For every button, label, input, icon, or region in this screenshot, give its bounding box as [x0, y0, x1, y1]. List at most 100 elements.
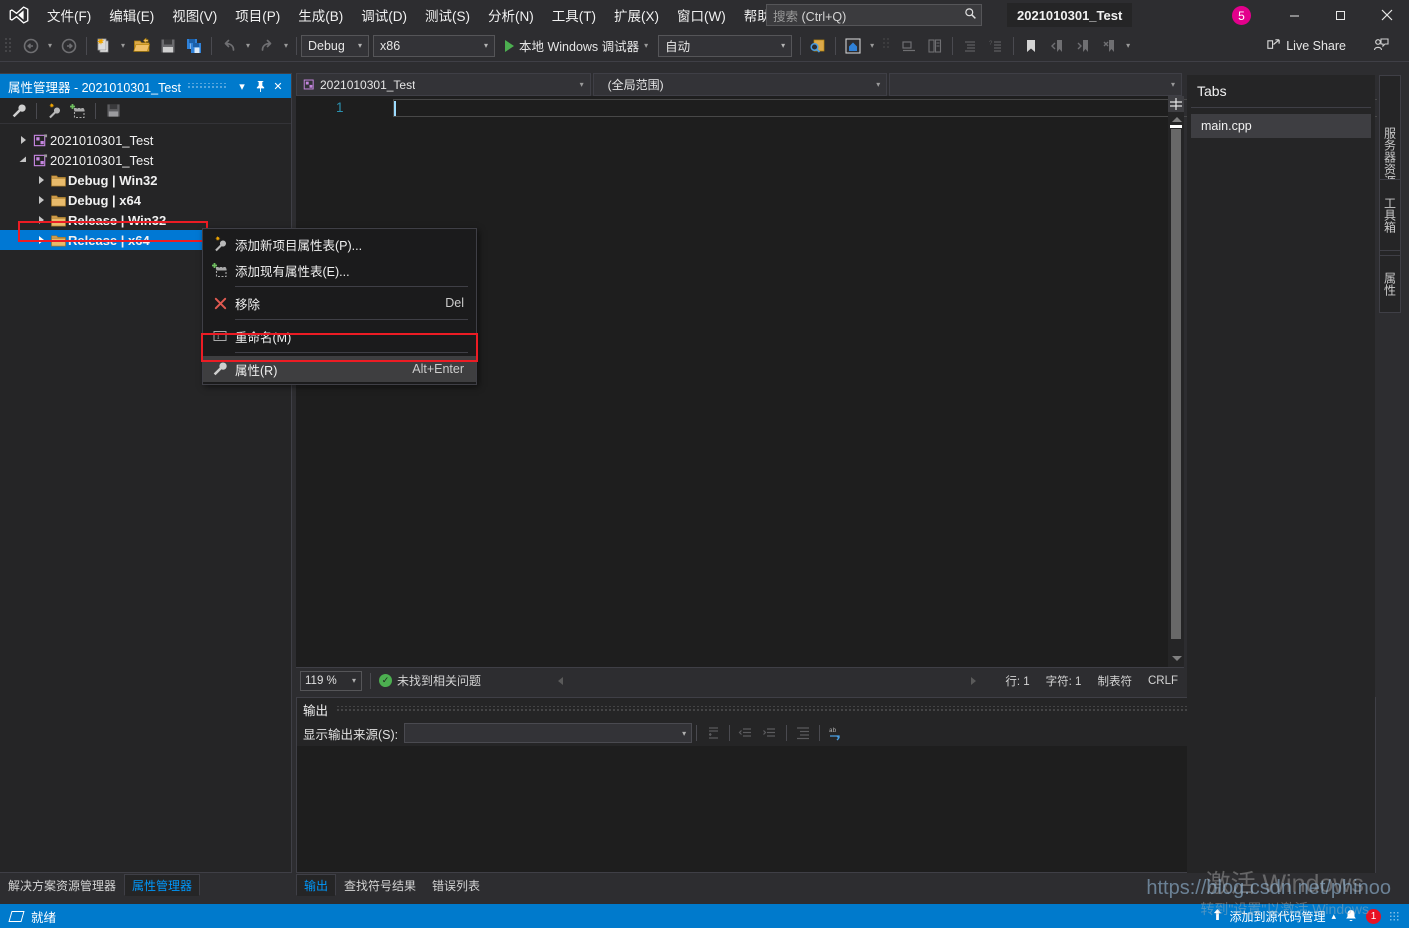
resize-grip-icon[interactable]: [1389, 911, 1399, 921]
expander-collapsed-icon[interactable]: [34, 236, 48, 244]
expander-collapsed-icon[interactable]: [34, 196, 48, 204]
tree-node-release-win32[interactable]: Release | Win32: [0, 210, 291, 230]
go-to-next-icon[interactable]: [758, 722, 782, 744]
toggle-autoscroll-icon[interactable]: ab: [824, 722, 848, 744]
avatar[interactable]: 5: [1232, 6, 1251, 25]
close-button[interactable]: [1364, 0, 1409, 30]
redo-dropdown-icon[interactable]: ▾: [280, 34, 292, 58]
search-input[interactable]: 搜索 (Ctrl+Q): [766, 4, 982, 26]
notifications-bell-icon[interactable]: [1344, 909, 1358, 924]
live-share-button[interactable]: Live Share: [1261, 34, 1351, 58]
zoom-level-combo[interactable]: 119 % ▾: [300, 670, 362, 691]
menu-debug[interactable]: 调试(D): [352, 0, 416, 30]
send-feedback-icon[interactable]: [1373, 37, 1389, 58]
properties-wrench-icon[interactable]: [8, 100, 30, 122]
ctx-add-new-property-sheet[interactable]: 添加新项目属性表(P)...: [203, 231, 476, 257]
menu-build[interactable]: 生成(B): [289, 0, 352, 30]
tab-property-manager[interactable]: 属性管理器: [124, 874, 201, 896]
comment-lines-icon[interactable]: [958, 34, 982, 58]
toolbar-grip[interactable]: [4, 36, 18, 56]
menu-window[interactable]: 窗口(W): [668, 0, 735, 30]
scroll-down-arrow-icon[interactable]: [1172, 656, 1182, 661]
find-message-icon[interactable]: [701, 722, 725, 744]
compare-files-icon[interactable]: [923, 34, 947, 58]
start-debugging-button[interactable]: 本地 Windows 调试器 ▾: [501, 34, 652, 58]
expander-collapsed-icon[interactable]: [16, 136, 30, 144]
tab-error-list[interactable]: 错误列表: [424, 874, 488, 896]
editor-member-dropdown[interactable]: ▾: [889, 73, 1182, 96]
menu-extensions[interactable]: 扩展(X): [605, 0, 668, 30]
menu-tools[interactable]: 工具(T): [543, 0, 605, 30]
panel-dropdown-button[interactable]: ▾: [233, 75, 251, 97]
add-new-property-sheet-icon[interactable]: [43, 100, 65, 122]
undo-icon[interactable]: [217, 34, 241, 58]
clear-bookmarks-icon[interactable]: [1097, 34, 1121, 58]
navigate-backward-dropdown-icon[interactable]: ▾: [44, 34, 56, 58]
navigate-forward-button[interactable]: [57, 34, 81, 58]
open-file-icon[interactable]: [130, 34, 154, 58]
editor-split-view-button[interactable]: [1168, 96, 1184, 112]
ctx-properties[interactable]: 属性(R) Alt+Enter: [203, 356, 476, 382]
eol-status-label[interactable]: CRLF: [1148, 675, 1178, 687]
redo-icon[interactable]: [255, 34, 279, 58]
scroll-up-arrow-icon[interactable]: [1172, 117, 1182, 122]
new-project-icon[interactable]: [92, 34, 116, 58]
pin-icon[interactable]: [251, 75, 269, 97]
toolbar-overflow-icon[interactable]: ▾: [1122, 34, 1134, 58]
scrollbar-thumb[interactable]: [1171, 129, 1181, 639]
tabs-status-label[interactable]: 制表符: [1097, 673, 1132, 689]
menu-view[interactable]: 视图(V): [163, 0, 226, 30]
panel-drag-dots[interactable]: [187, 83, 227, 89]
expander-collapsed-icon[interactable]: [34, 216, 48, 224]
expander-collapsed-icon[interactable]: [34, 176, 48, 184]
notification-count-badge[interactable]: 1: [1366, 908, 1381, 924]
solution-configuration-combo[interactable]: Debug ▾: [301, 34, 369, 57]
tree-node-debug-win32[interactable]: Debug | Win32: [0, 170, 291, 190]
toggle-wordwrap-icon[interactable]: [791, 722, 815, 744]
hscroll-left-arrow-icon[interactable]: [558, 676, 563, 685]
ctx-remove[interactable]: 移除 Del: [203, 290, 476, 316]
editor-project-dropdown[interactable]: 2021010301_Test ▾: [296, 73, 591, 96]
solution-explorer-home-icon[interactable]: [841, 34, 865, 58]
vtab-properties[interactable]: 属性: [1379, 255, 1401, 313]
issue-status[interactable]: ✓ 未找到相关问题: [379, 672, 481, 689]
ctx-rename[interactable]: I 重命名(M): [203, 323, 476, 349]
tree-node-debug-x64[interactable]: Debug | x64: [0, 190, 291, 210]
next-bookmark-icon[interactable]: [1071, 34, 1095, 58]
toolbar-overflow-icon[interactable]: ▾: [866, 34, 878, 58]
menu-test[interactable]: 测试(S): [416, 0, 479, 30]
ctx-add-existing-property-sheet[interactable]: 添加现有属性表(E)...: [203, 257, 476, 283]
find-in-files-icon[interactable]: [806, 34, 830, 58]
hscroll-right-arrow-icon[interactable]: [971, 676, 976, 685]
save-icon[interactable]: [102, 100, 124, 122]
tab-output[interactable]: 输出: [296, 874, 337, 896]
solution-platform-combo[interactable]: x86 ▾: [373, 34, 495, 57]
tree-node-solution[interactable]: 2021010301_Test: [0, 130, 291, 150]
clear-all-icon[interactable]: [734, 722, 758, 744]
auto-combo[interactable]: 自动 ▾: [658, 34, 793, 57]
save-icon[interactable]: [156, 34, 180, 58]
menu-project[interactable]: 项目(P): [226, 0, 289, 30]
menu-analyze[interactable]: 分析(N): [479, 0, 543, 30]
add-to-source-control-button[interactable]: 添加到源代码管理 ▴: [1212, 908, 1336, 925]
uncomment-lines-icon[interactable]: ?: [984, 34, 1008, 58]
save-all-icon[interactable]: [182, 34, 206, 58]
undo-dropdown-icon[interactable]: ▾: [242, 34, 254, 58]
panel-close-button[interactable]: ✕: [269, 75, 287, 97]
tabs-panel-item-main-cpp[interactable]: main.cpp: [1191, 114, 1371, 138]
panel-drag-dots[interactable]: [336, 706, 1309, 712]
menu-edit[interactable]: 编辑(E): [100, 0, 163, 30]
navigate-backward-button[interactable]: [19, 34, 43, 58]
toggle-bookmark-icon[interactable]: [1019, 34, 1043, 58]
previous-bookmark-icon[interactable]: [1045, 34, 1069, 58]
vtab-toolbox[interactable]: 工具箱: [1379, 179, 1401, 251]
menu-file[interactable]: 文件(F): [38, 0, 100, 30]
new-project-dropdown-icon[interactable]: ▾: [117, 34, 129, 58]
toolbar-grip[interactable]: [882, 36, 896, 56]
tab-solution-explorer[interactable]: 解决方案资源管理器: [0, 874, 124, 896]
tree-node-project[interactable]: 2021010301_Test: [0, 150, 291, 170]
chevron-up-icon[interactable]: ▴: [1331, 911, 1336, 922]
expander-expanded-icon[interactable]: [16, 155, 30, 165]
editor-scope-dropdown[interactable]: (全局范围) ▾: [592, 73, 888, 96]
minimize-button[interactable]: [1272, 0, 1317, 30]
